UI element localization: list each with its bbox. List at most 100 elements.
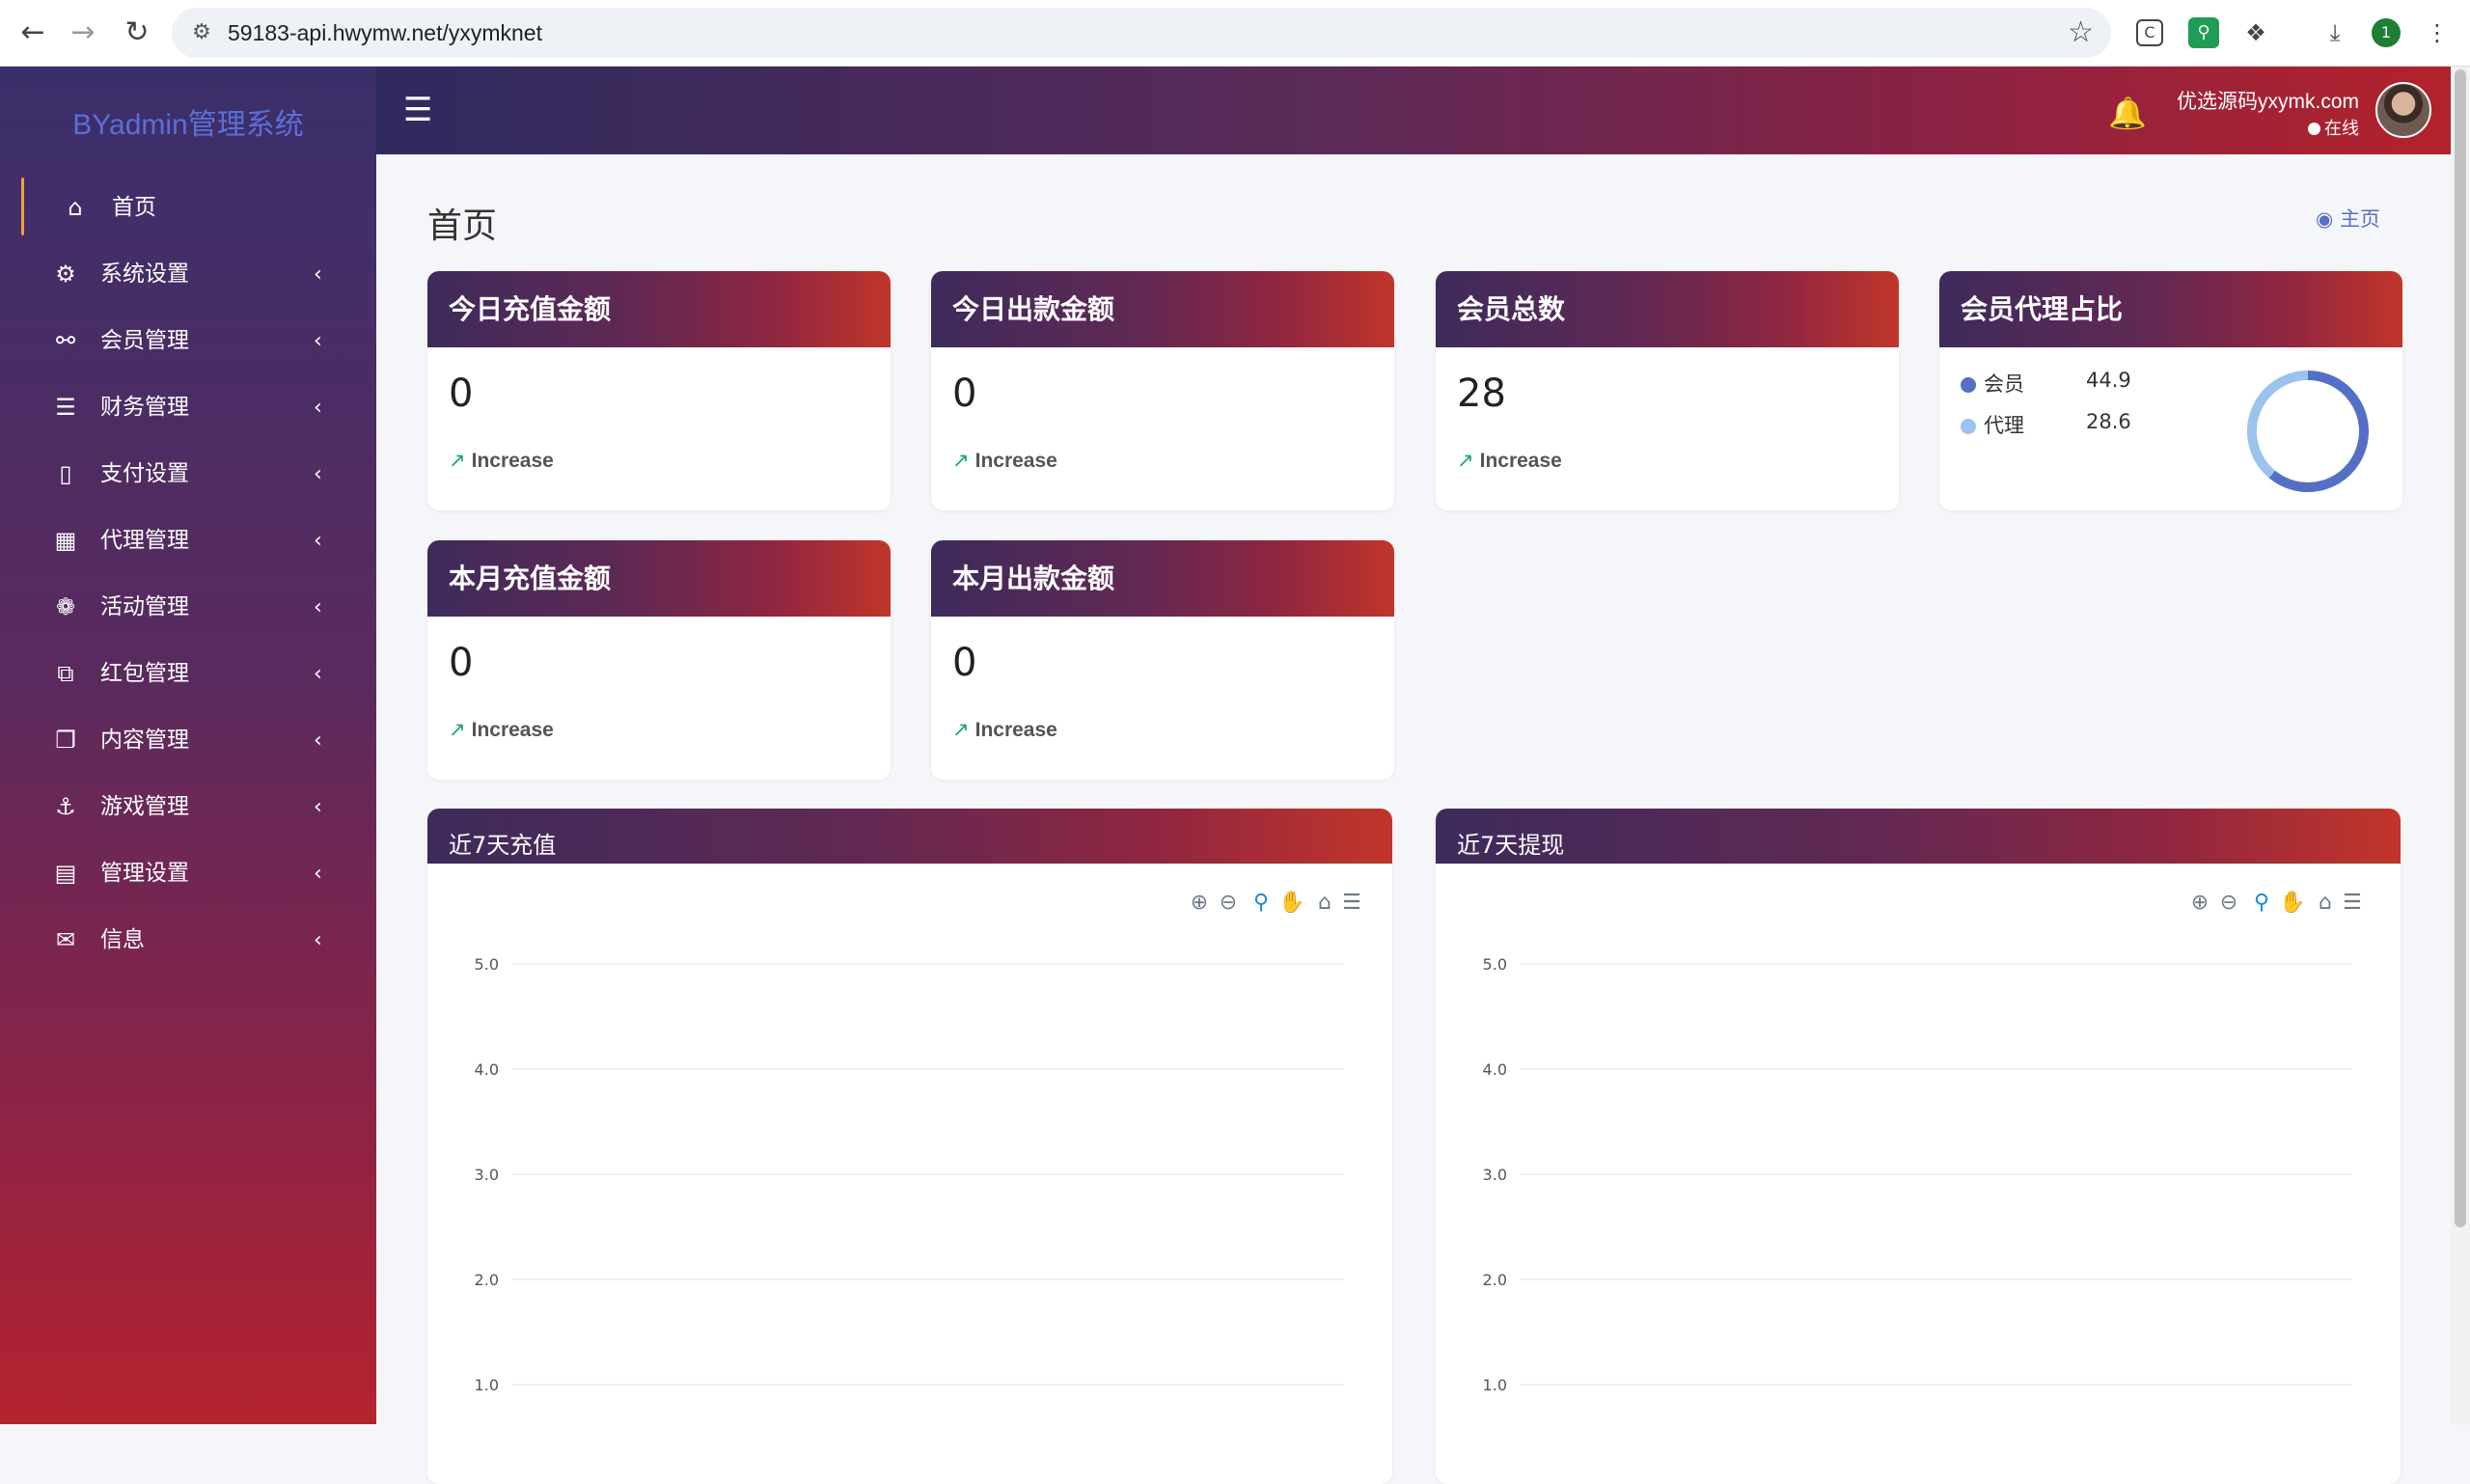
sidebar-item-label: 支付设置 [100, 461, 189, 486]
stat-card-month-withdrawal: 本月出款金额 0 ↗ Increase [931, 540, 1394, 780]
chart-title: 近7天提现 [1436, 809, 2401, 864]
avatar[interactable] [2375, 82, 2431, 138]
trend-up-icon: ↗ [952, 450, 970, 472]
sidebar-item-messages[interactable]: ✉ 信息 ‹ [0, 907, 376, 974]
sidebar-item-label: 信息 [100, 927, 145, 952]
copy-icon: ❐ [55, 727, 76, 754]
chevron-left-icon: ‹ [314, 396, 322, 420]
sidebar-item-red-packets[interactable]: ⧉ 红包管理 ‹ [0, 641, 376, 707]
sidebar-item-label: 红包管理 [100, 661, 189, 686]
sidebar-item-label: 代理管理 [100, 528, 189, 553]
home-icon: ⌂ [68, 194, 83, 221]
site-settings-icon[interactable]: ⚙ [187, 18, 216, 47]
sidebar-item-label: 系统设置 [100, 261, 189, 287]
sidebar-item-finance[interactable]: ☰ 财务管理 ‹ [0, 374, 376, 441]
download-icon[interactable]: ⤓ [2319, 17, 2350, 48]
trend-up-icon: ↗ [449, 719, 466, 741]
breadcrumb[interactable]: ◉ 主页 [2316, 204, 2380, 233]
sidebar-item-agents[interactable]: ▦ 代理管理 ‹ [0, 508, 376, 574]
stat-card-month-deposit: 本月充值金额 0 ↗ Increase [427, 540, 891, 780]
clone-icon: ⧉ [57, 660, 74, 687]
sidebar-item-label: 财务管理 [100, 395, 189, 420]
sidebar-item-system-settings[interactable]: ⚙ 系统设置 ‹ [0, 241, 376, 308]
legend-item-agent[interactable]: 代理 28.6 [1961, 410, 2131, 439]
legend-label: 代理 [1984, 414, 2024, 437]
line-chart-deposit[interactable]: 5.0 4.0 3.0 2.0 1.0 [427, 864, 1392, 1484]
sidebar-item-members[interactable]: ⚯ 会员管理 ‹ [0, 308, 376, 374]
y-tick-label: 2.0 [1483, 1271, 1507, 1289]
extension-c-icon[interactable]: C [2136, 19, 2163, 46]
profile-badge[interactable]: 1 [2372, 18, 2401, 47]
sidebar-item-activities[interactable]: ❁ 活动管理 ‹ [0, 574, 376, 641]
browser-menu-icon[interactable]: ⋮ [2422, 17, 2453, 48]
trend-label: Increase [1479, 450, 1562, 472]
stat-card-member-agent-ratio: 会员代理占比 会员 44.9 代理 28.6 [1939, 271, 2402, 510]
back-icon[interactable]: ← [14, 14, 52, 52]
reload-icon[interactable]: ↻ [118, 14, 156, 52]
card-title: 今日充值金额 [427, 271, 891, 347]
donut-slice-member [2268, 371, 2369, 492]
sidebar-item-label: 会员管理 [100, 328, 189, 353]
breadcrumb-home[interactable]: 主页 [2340, 207, 2380, 231]
trend-label: Increase [974, 450, 1057, 472]
y-tick-label: 4.0 [1483, 1060, 1507, 1079]
top-header: ☰ 🔔 优选源码yxymk.com 在线 [376, 67, 2451, 154]
sidebar-item-label: 首页 [112, 195, 156, 220]
y-tick-label: 5.0 [475, 955, 499, 974]
trend-label: Increase [974, 719, 1057, 741]
card-value: 0 [449, 371, 474, 416]
scrollbar-thumb[interactable] [2455, 69, 2466, 1227]
comments-icon: ✉ [55, 926, 76, 953]
user-name[interactable]: 优选源码yxymk.com [2166, 86, 2359, 115]
chevron-left-icon: ‹ [314, 462, 322, 486]
gears-icon: ⚙ [55, 261, 76, 288]
browser-toolbar: ← → ↻ ⚙ 59183-api.hwymw.net/yxymknet ☆ C… [0, 0, 2470, 67]
chevron-left-icon: ‹ [314, 862, 322, 886]
chevron-left-icon: ‹ [314, 928, 322, 952]
yelp-icon: ❁ [55, 593, 76, 620]
donut-chart[interactable] [2240, 364, 2375, 499]
card-title: 本月出款金额 [931, 540, 1394, 617]
chevron-left-icon: ‹ [314, 795, 322, 819]
sidebar-item-content[interactable]: ❐ 内容管理 ‹ [0, 707, 376, 774]
bookmark-star-icon[interactable]: ☆ [2068, 15, 2094, 50]
chart-card-7day-withdrawal: 近7天提现 ⊕ ⊖ ⚲ ✋ ⌂ ☰ 5.0 4.0 3.0 2.0 1.0 [1436, 809, 2401, 1484]
extension-search-icon[interactable]: ⚲ [2188, 17, 2219, 48]
legend-item-member[interactable]: 会员 44.9 [1961, 369, 2131, 398]
card-title: 本月充值金额 [427, 540, 891, 617]
y-tick-label: 3.0 [1483, 1166, 1507, 1184]
card-value: 28 [1457, 371, 1506, 416]
id-card-icon: ▤ [54, 860, 77, 887]
chart-title: 近7天充值 [427, 809, 1392, 864]
card-value: 0 [952, 641, 977, 685]
sidebar-item-admin-settings[interactable]: ▤ 管理设置 ‹ [0, 840, 376, 907]
user-status-label: 在线 [2324, 119, 2359, 139]
card-trend: ↗ Increase [1457, 449, 1562, 473]
extensions-puzzle-icon[interactable]: ❖ [2240, 17, 2271, 48]
y-tick-label: 2.0 [475, 1271, 499, 1289]
trend-label: Increase [471, 719, 554, 741]
donut-slice-agent [2247, 371, 2309, 479]
forward-icon[interactable]: → [64, 14, 102, 52]
chevron-left-icon: ‹ [314, 595, 322, 619]
chevron-left-icon: ‹ [314, 329, 322, 353]
brand-logo[interactable]: BYadmin管理系统 [0, 100, 376, 143]
sidebar-item-payment[interactable]: ▯ 支付设置 ‹ [0, 441, 376, 508]
chart-card-7day-deposit: 近7天充值 ⊕ ⊖ ⚲ ✋ ⌂ ☰ 5.0 4.0 3.0 2.0 1.0 [427, 809, 1392, 1484]
line-chart-withdrawal[interactable]: 5.0 4.0 3.0 2.0 1.0 [1436, 864, 2401, 1484]
sidebar-item-home[interactable]: ⌂ 首页 [0, 175, 376, 241]
y-tick-label: 1.0 [475, 1376, 499, 1394]
bell-icon[interactable]: 🔔 [2108, 96, 2147, 130]
bookmark-icon: ▯ [59, 460, 72, 487]
sidebar-item-label: 管理设置 [100, 861, 189, 886]
sidebar-item-label: 活动管理 [100, 594, 189, 619]
dashboard-icon: ◉ [2316, 207, 2334, 231]
url-text[interactable]: 59183-api.hwymw.net/yxymknet [228, 8, 542, 58]
address-bar[interactable]: ⚙ 59183-api.hwymw.net/yxymknet ☆ [172, 8, 2111, 58]
trend-label: Increase [471, 450, 554, 472]
anchor-icon: ⚓ [55, 793, 76, 820]
chevron-left-icon: ‹ [314, 662, 322, 686]
sidebar-item-label: 游戏管理 [100, 794, 189, 819]
menu-toggle-icon[interactable]: ☰ [403, 91, 432, 129]
sidebar-item-games[interactable]: ⚓ 游戏管理 ‹ [0, 774, 376, 840]
